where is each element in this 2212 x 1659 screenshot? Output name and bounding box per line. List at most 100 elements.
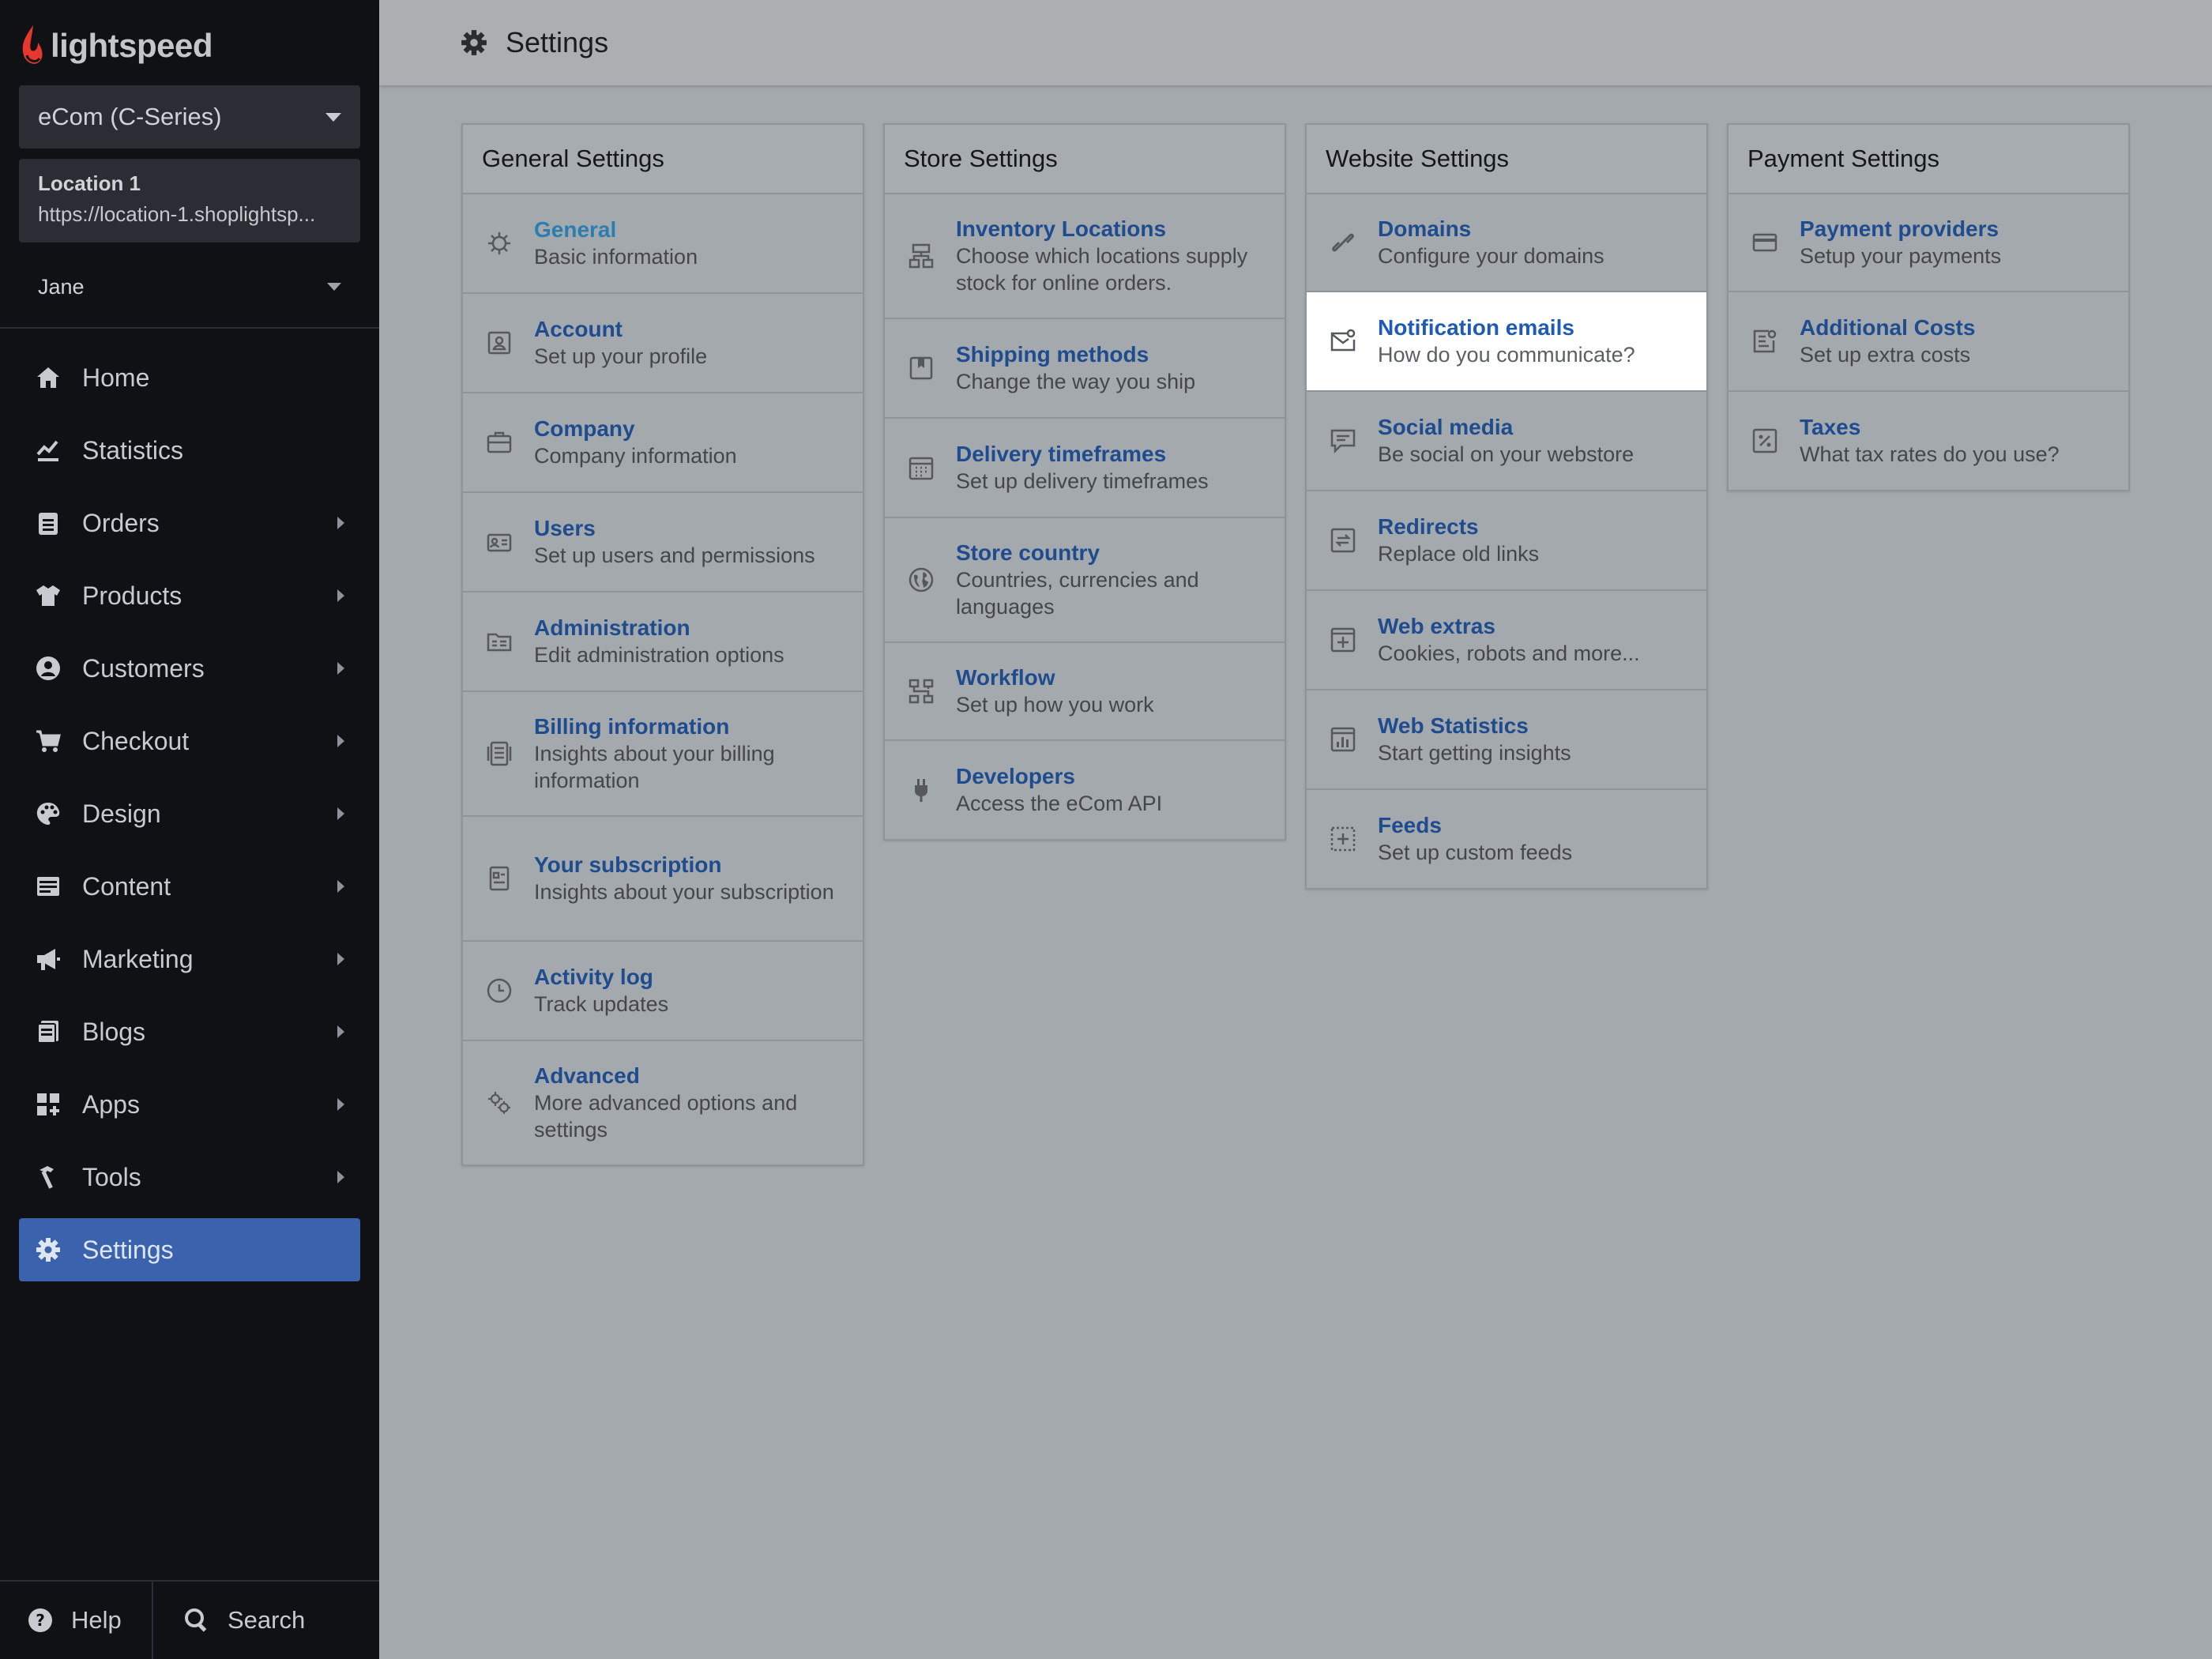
item-title: Notification emails: [1378, 315, 1574, 340]
item-title: Activity log: [534, 965, 653, 989]
settings-item-additional-costs[interactable]: Additional Costs Set up extra costs: [1729, 292, 2128, 392]
users-icon: [487, 533, 512, 552]
main-nav: Home Statistics Orders Products Customer…: [19, 346, 360, 1291]
mail-icon: [1330, 329, 1356, 352]
item-desc: Set up custom feeds: [1378, 841, 1573, 864]
item-title: Additional Costs: [1800, 315, 1976, 340]
settings-item-activity-log[interactable]: Activity log Track updates: [463, 942, 863, 1041]
settings-item-advanced[interactable]: Advanced More advanced options and settin…: [463, 1041, 863, 1164]
credit-card-icon: [1752, 233, 1778, 252]
user-menu[interactable]: Jane: [19, 267, 360, 307]
calendar-icon: [908, 457, 934, 480]
nav-item-tools[interactable]: Tools: [19, 1146, 360, 1209]
settings-item-shipping-methods[interactable]: Shipping methods Change the way you ship: [885, 319, 1285, 419]
card-title: Store Settings: [885, 125, 1285, 194]
chevron-right-icon: [337, 1098, 344, 1111]
item-title: Company: [534, 416, 635, 441]
help-label: Help: [71, 1606, 122, 1634]
apps-icon: [37, 1093, 59, 1115]
chevron-right-icon: [337, 807, 344, 820]
item-desc: Setup your payments: [1800, 244, 2002, 268]
hammer-icon: [40, 1166, 54, 1189]
settings-item-feeds[interactable]: Feeds Set up custom feeds: [1307, 790, 1706, 888]
item-title: Payment providers: [1800, 216, 1999, 241]
nav-label: Design: [82, 799, 161, 828]
item-title: Developers: [956, 764, 1075, 788]
item-title: Delivery timeframes: [956, 442, 1167, 466]
help-button[interactable]: ? Help: [0, 1582, 153, 1659]
location-info[interactable]: Location 1 https://location-1.shoplights…: [19, 159, 360, 243]
settings-item-your-subscription[interactable]: Your subscription Insights about your sub…: [463, 817, 863, 942]
redirect-icon: [1330, 528, 1356, 553]
nav-item-blogs[interactable]: Blogs: [19, 1000, 360, 1063]
location-name: Location 1: [38, 171, 141, 195]
settings-item-payment-providers[interactable]: Payment providers Setup your payments: [1729, 194, 2128, 292]
nav-item-customers[interactable]: Customers: [19, 637, 360, 700]
item-desc: More advanced options and settings: [534, 1091, 798, 1142]
nav-item-design[interactable]: Design: [19, 782, 360, 845]
divider: [0, 327, 379, 329]
settings-item-users[interactable]: Users Set up users and permissions: [463, 493, 863, 592]
settings-item-web-statistics[interactable]: Web Statistics Start getting insights: [1307, 690, 1706, 790]
settings-item-social-media[interactable]: Social media Be social on your webstore: [1307, 392, 1706, 491]
item-desc: Set up how you work: [956, 693, 1154, 717]
user-name: Jane: [38, 274, 85, 299]
blog-icon: [37, 1021, 58, 1044]
nav-item-statistics[interactable]: Statistics: [19, 419, 360, 482]
settings-item-store-country[interactable]: Store country Countries, currencies and l…: [885, 518, 1285, 643]
item-desc: Track updates: [534, 992, 669, 1016]
person-icon: [36, 656, 60, 680]
item-title: Web extras: [1378, 614, 1495, 638]
nav-label: Orders: [82, 508, 160, 537]
settings-item-developers[interactable]: Developers Access the eCom API: [885, 741, 1285, 839]
item-title: General: [534, 217, 617, 242]
settings-item-billing-information[interactable]: Billing information Insights about your b…: [463, 692, 863, 817]
settings-item-redirects[interactable]: Redirects Replace old links: [1307, 491, 1706, 591]
settings-item-administration[interactable]: Administration Edit administration option…: [463, 592, 863, 692]
item-desc: Basic information: [534, 245, 698, 269]
gear-icon: [488, 232, 510, 254]
store-selector[interactable]: eCom (C-Series): [19, 85, 360, 149]
link-icon: [1332, 233, 1354, 252]
nav-item-settings[interactable]: Settings: [19, 1218, 360, 1281]
item-desc: Be social on your webstore: [1378, 442, 1635, 466]
nav-item-home[interactable]: Home: [19, 346, 360, 409]
chevron-right-icon: [337, 1171, 344, 1183]
settings-item-general[interactable]: General Basic information: [463, 194, 863, 294]
gears-icon: [488, 1092, 510, 1114]
nav-item-products[interactable]: Products: [19, 564, 360, 627]
item-desc: Company information: [534, 444, 737, 468]
settings-item-inventory-locations[interactable]: Inventory Locations Choose which location…: [885, 194, 1285, 319]
nav-item-orders[interactable]: Orders: [19, 491, 360, 555]
logo[interactable]: lightspeed: [19, 22, 213, 70]
page-title: Settings: [506, 26, 609, 58]
nav-label: Home: [82, 363, 150, 392]
card-title: Payment Settings: [1729, 125, 2128, 194]
item-title: Feeds: [1378, 813, 1442, 837]
palette-icon: [36, 803, 60, 825]
bar-chart-icon: [1330, 727, 1356, 752]
nav-item-content[interactable]: Content: [19, 855, 360, 918]
item-desc: What tax rates do you use?: [1800, 442, 2060, 466]
box-icon: [909, 356, 933, 380]
settings-item-delivery-timeframes[interactable]: Delivery timeframes Set up delivery timef…: [885, 419, 1285, 518]
nav-item-checkout[interactable]: Checkout: [19, 709, 360, 773]
item-title: Domains: [1378, 216, 1472, 241]
sidebar: lightspeed eCom (C-Series) Location 1 ht…: [0, 0, 379, 1659]
settings-item-taxes[interactable]: Taxes What tax rates do you use?: [1729, 392, 2128, 490]
item-title: Store country: [956, 540, 1100, 565]
settings-item-workflow[interactable]: Workflow Set up how you work: [885, 643, 1285, 741]
shirt-icon: [36, 585, 60, 606]
item-desc: Access the eCom API: [956, 792, 1163, 815]
nav-label: Settings: [82, 1235, 174, 1264]
settings-item-domains[interactable]: Domains Configure your domains: [1307, 194, 1706, 292]
settings-item-web-extras[interactable]: Web extras Cookies, robots and more...: [1307, 591, 1706, 690]
settings-item-account[interactable]: Account Set up your profile: [463, 294, 863, 393]
search-button[interactable]: Search: [153, 1582, 305, 1659]
settings-item-company[interactable]: Company Company information: [463, 393, 863, 493]
item-title: Advanced: [534, 1063, 640, 1088]
nav-item-marketing[interactable]: Marketing: [19, 927, 360, 991]
cart-icon: [36, 730, 61, 752]
settings-item-notification-emails[interactable]: Notification emails How do you communicat…: [1307, 292, 1706, 392]
nav-item-apps[interactable]: Apps: [19, 1073, 360, 1136]
